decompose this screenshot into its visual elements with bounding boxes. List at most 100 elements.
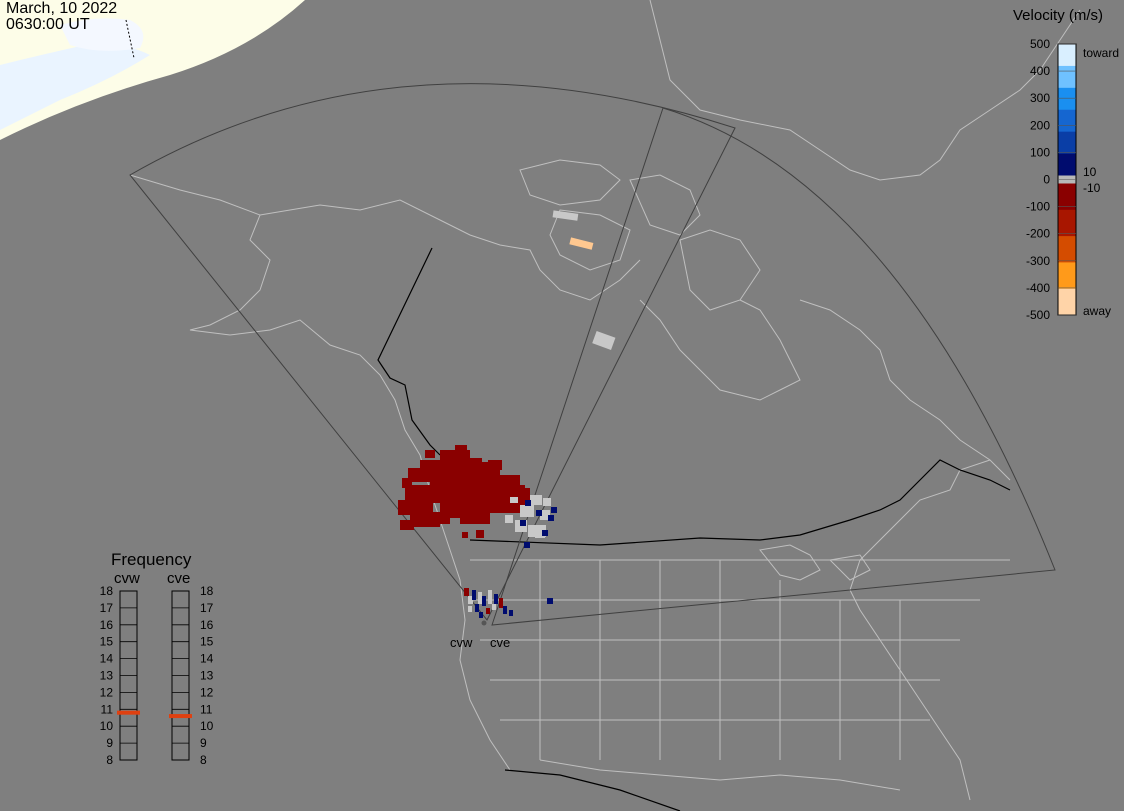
scatter-cell	[536, 510, 542, 516]
scatter-cell	[520, 505, 534, 517]
frequency-scale-label-right: 15	[200, 635, 214, 649]
scatter-cell	[402, 478, 412, 488]
alaska-canada-border	[377, 247, 441, 456]
frequency-marker	[117, 710, 140, 715]
colorbar-segment	[1058, 183, 1076, 211]
scatter-cell	[464, 588, 469, 596]
scatter-cell	[492, 604, 496, 610]
scatter-cell	[472, 590, 476, 600]
scatter-cell	[398, 500, 433, 515]
scatter-cell	[400, 520, 414, 530]
scatter-cell	[478, 592, 482, 604]
frequency-scale-label-left: 8	[106, 753, 113, 767]
frequency-scale-label-left: 9	[106, 736, 113, 750]
scatter-cell	[430, 512, 450, 524]
arctic-coast	[259, 199, 641, 301]
colorbar-tick-label: -100	[1026, 200, 1050, 214]
radar-label-cvw: cvw	[450, 635, 473, 650]
scatter-cell	[460, 510, 490, 524]
colorbar-tick-label: 500	[1030, 37, 1050, 51]
coastlines	[129, 0, 1081, 801]
scatter-cell	[509, 610, 513, 616]
east-coast	[849, 459, 991, 801]
scatter-cell	[542, 530, 548, 536]
scatter-cell	[425, 450, 435, 458]
colorbar-tick-label: 400	[1030, 64, 1050, 78]
hudson-bay	[639, 299, 801, 401]
colorbar-tick-label: 200	[1030, 118, 1050, 132]
colorbar-toward-label: toward	[1083, 46, 1119, 60]
scatter-cell	[569, 237, 594, 250]
frequency-scale-label-left: 18	[100, 584, 114, 598]
frequency-scale-label-left: 14	[100, 652, 114, 666]
frequency-scale-label-left: 13	[100, 669, 114, 683]
colorbar-inner-label-neg10: -10	[1083, 181, 1101, 195]
scatter-cell	[448, 452, 464, 460]
date-label: March, 10 2022	[6, 0, 118, 17]
scatter-cell	[476, 530, 484, 538]
frequency-scale-label-right: 9	[200, 736, 207, 750]
colorbar-segment	[1058, 44, 1076, 67]
colorbar-tick-label: -500	[1026, 308, 1050, 322]
frequency-marker	[169, 714, 192, 719]
radar-site-marker	[481, 620, 487, 626]
scatter-cell	[499, 598, 503, 608]
archipelago-3	[629, 174, 701, 236]
scatter-cell	[592, 330, 616, 350]
colorbar-title: Velocity (m/s)	[1013, 7, 1103, 24]
radar-label-cve: cve	[490, 635, 510, 650]
gulf-coast	[539, 759, 901, 791]
scatter-cell	[551, 507, 557, 513]
colorbar-segment	[1058, 153, 1076, 176]
scatter-cell	[488, 460, 502, 470]
colorbar-tick-label: -400	[1026, 281, 1050, 295]
map-canvas: cvw cve Velocity (m/s) 500 400 300 200 100 0 -…	[0, 0, 1119, 811]
scatter-cell	[488, 590, 492, 604]
frequency-panel: 18 18 17 17 16 16 15 15 14 14 13 13 12 12 11 11 10 10 9 9 8 8	[100, 584, 214, 767]
colorbar-segment	[1058, 262, 1076, 290]
colorbar-segment	[1058, 209, 1076, 237]
labrador-coast	[799, 299, 1011, 481]
colorbar-tick-label: 300	[1030, 91, 1050, 105]
scatter-cell	[543, 498, 551, 506]
frequency-scale-label-right: 17	[200, 601, 214, 615]
scatter-cell	[475, 604, 479, 612]
time-label: 0630:00 UT	[6, 16, 90, 33]
scatter-cell	[530, 495, 542, 505]
colorbar-segment	[1058, 236, 1076, 263]
scatter-cell	[548, 515, 554, 521]
frequency-title: Frequency	[111, 550, 192, 569]
colorbar-tick-label: -200	[1026, 227, 1050, 241]
velocity-colorbar: 500 400 300 200 100 0 -100 -200 -300 -400 -500	[1026, 37, 1077, 322]
frequency-scale-label-right: 10	[200, 719, 214, 733]
us-mexico-border	[504, 769, 681, 811]
frequency-scale-label-left: 12	[100, 685, 114, 699]
baffin-island	[679, 229, 761, 311]
frequency-scale-label-left: 11	[101, 702, 114, 716]
alaska-coast	[129, 174, 421, 456]
frequency-scale-label-left: 15	[100, 635, 114, 649]
borders	[377, 247, 1011, 811]
scatter-cell	[520, 520, 526, 526]
scatter-cell	[479, 612, 483, 618]
frequency-col-label-cvw: cvw	[114, 570, 140, 587]
frequency-scale-label-right: 13	[200, 669, 214, 683]
scatter-cell	[462, 532, 468, 538]
frequency-col-label-cve: cve	[167, 570, 190, 587]
frequency-scale-label-right: 16	[200, 618, 214, 632]
scatter-cell	[470, 458, 482, 466]
scatter-cell	[505, 515, 513, 523]
frequency-scale-label-right: 14	[200, 652, 214, 666]
archipelago-1	[519, 159, 621, 206]
colorbar-inner-label-10: 10	[1083, 165, 1097, 179]
colorbar-tick-label: -300	[1026, 254, 1050, 268]
frequency-scale-label-right: 18	[200, 584, 214, 598]
velocity-scatter	[398, 210, 616, 626]
frequency-scale-label-left: 16	[100, 618, 114, 632]
colorbar-segment	[1058, 87, 1076, 111]
scatter-cell	[503, 606, 507, 614]
radar-map-figure: cvw cve Velocity (m/s) 500 400 300 200 100 0 -…	[0, 0, 1124, 811]
scatter-cell	[486, 608, 490, 614]
frequency-scale-label-left: 17	[100, 601, 114, 615]
scatter-cell	[482, 596, 486, 606]
